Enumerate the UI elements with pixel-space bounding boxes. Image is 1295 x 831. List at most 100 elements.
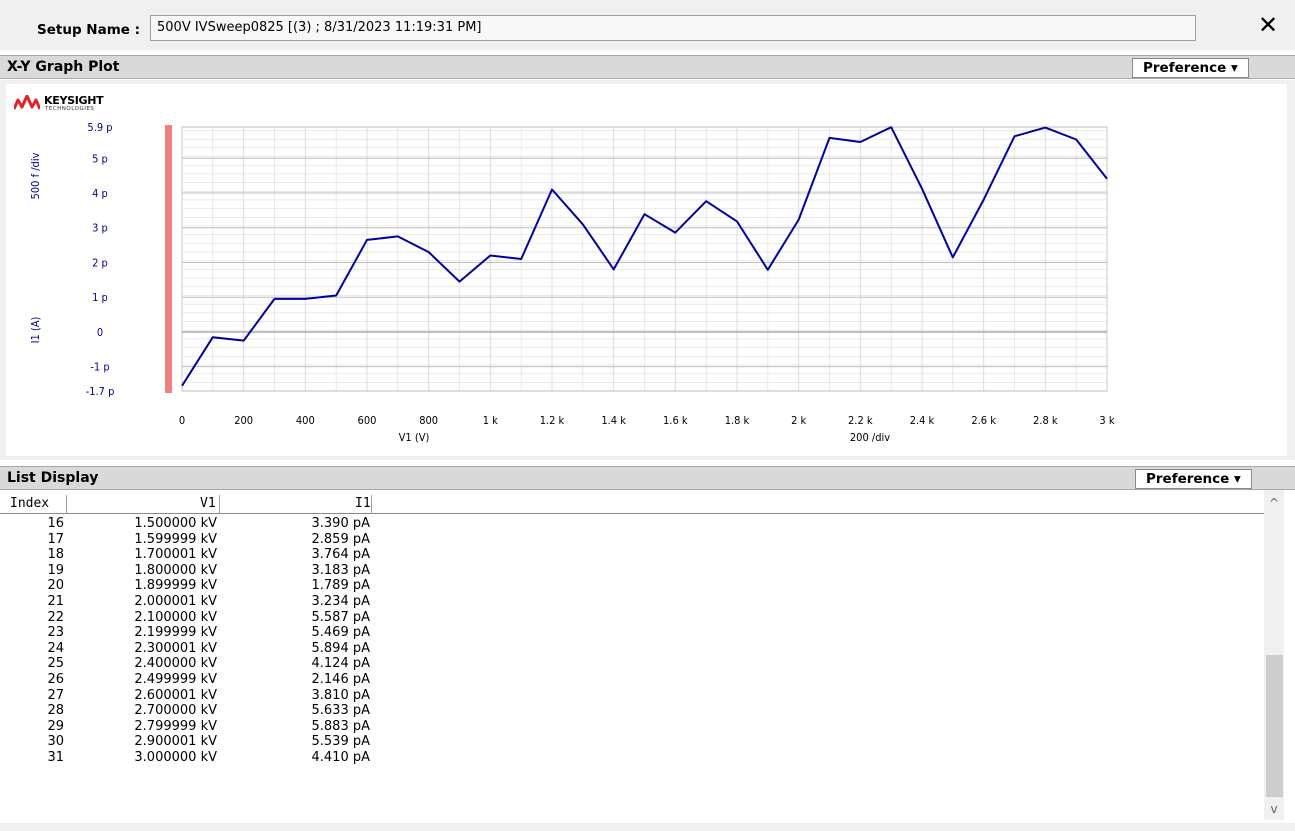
column-separator[interactable] <box>219 495 220 514</box>
cell-index: 27 <box>47 687 64 703</box>
table-row[interactable]: 22 2.100000 kV 5.587 pA <box>0 610 1264 626</box>
y-tick-label: 1 p <box>92 291 108 304</box>
scroll-up-icon[interactable]: ^ <box>1264 496 1284 512</box>
graph-panel-title: X-Y Graph Plot <box>7 59 120 75</box>
x-tick-label: 2.2 k <box>848 414 873 427</box>
x-tick-label: 2.8 k <box>1033 414 1058 427</box>
x-tick-label: 3 k <box>1099 414 1114 427</box>
table-row[interactable]: 17 1.599999 kV 2.859 pA <box>0 532 1264 548</box>
setup-name-field[interactable]: 500V IVSweep0825 [(3) ; 8/31/2023 11:19:… <box>150 15 1196 41</box>
graph-panel-header: X-Y Graph Plot Preference ▾ <box>0 55 1295 79</box>
y-tick-label: 3 p <box>92 222 108 235</box>
y-tick-label: 0 <box>97 326 103 339</box>
table-row[interactable]: 25 2.400000 kV 4.124 pA <box>0 656 1264 672</box>
y-division-label: 500 f /div <box>29 152 42 199</box>
list-panel-header: List Display Preference ▾ <box>0 466 1295 490</box>
x-tick-label: 0 <box>179 414 185 427</box>
cell-index: 19 <box>47 562 64 578</box>
cell-i1: 3.183 pA <box>311 562 371 578</box>
table-row[interactable]: 29 2.799999 kV 5.883 pA <box>0 719 1264 735</box>
cell-index: 17 <box>47 531 64 547</box>
cell-i1: 5.539 pA <box>311 734 371 750</box>
x-division-label: 200 /div <box>850 431 890 444</box>
xy-graph-plot: 5.9 p 5 p 4 p 3 p 2 p 1 p 0 -1 p -1.7 p 0 200 400 60… <box>29 121 1115 444</box>
list-preference-button[interactable]: Preference ▾ <box>1135 469 1252 489</box>
x-tick-label: 800 <box>419 414 438 427</box>
cell-i1: 3.810 pA <box>311 687 371 703</box>
cell-index: 24 <box>47 640 64 656</box>
cell-v1: 1.899999 kV <box>134 578 217 594</box>
cell-index: 25 <box>47 656 64 672</box>
cell-i1: 5.469 pA <box>311 625 371 641</box>
table-row[interactable]: 24 2.300001 kV 5.894 pA <box>0 641 1264 657</box>
cell-i1: 5.587 pA <box>311 609 371 625</box>
table-row[interactable]: 26 2.499999 kV 2.146 pA <box>0 672 1264 688</box>
cell-index: 22 <box>47 609 64 625</box>
x-tick-label: 1.4 k <box>601 414 626 427</box>
cursor-bar <box>165 125 172 393</box>
cell-v1: 2.600001 kV <box>134 687 217 703</box>
y-tick-label: 2 p <box>92 256 108 269</box>
cell-v1: 2.799999 kV <box>134 718 217 734</box>
y-tick-label: -1.7 p <box>86 385 115 398</box>
table-row[interactable]: 23 2.199999 kV 5.469 pA <box>0 625 1264 641</box>
cell-v1: 2.700000 kV <box>134 703 217 719</box>
table-row[interactable]: 30 2.900001 kV 5.539 pA <box>0 734 1264 750</box>
column-header-v1[interactable]: V1 <box>200 496 216 514</box>
x-tick-label: 2 k <box>791 414 806 427</box>
scroll-down-icon[interactable]: v <box>1264 802 1284 818</box>
list-display: Index V1 I1 16 1.500000 kV 3.390 pA 17 1.599… <box>0 490 1295 831</box>
table-row[interactable]: 18 1.700001 kV 3.764 pA <box>0 547 1264 563</box>
column-header-i1[interactable]: I1 <box>355 496 371 514</box>
window-bottom-edge <box>0 823 1295 831</box>
table-row[interactable]: 21 2.000001 kV 3.234 pA <box>0 594 1264 610</box>
table-row[interactable]: 16 1.500000 kV 3.390 pA <box>0 516 1264 532</box>
x-tick-label: 400 <box>296 414 315 427</box>
cell-v1: 2.300001 kV <box>134 640 217 656</box>
cell-i1: 2.859 pA <box>311 531 371 547</box>
cell-i1: 1.789 pA <box>311 578 371 594</box>
cell-index: 16 <box>47 516 64 531</box>
table-row[interactable]: 19 1.800000 kV 3.183 pA <box>0 563 1264 579</box>
y-tick-label: 5.9 p <box>87 121 112 134</box>
setup-name-label: Setup Name : <box>37 22 141 38</box>
cell-i1: 2.146 pA <box>311 671 371 687</box>
x-tick-label: 1.2 k <box>540 414 565 427</box>
list-rows: 16 1.500000 kV 3.390 pA 17 1.599999 kV 2.859 … <box>0 516 1264 766</box>
table-row[interactable]: 20 1.899999 kV 1.789 pA <box>0 578 1264 594</box>
cell-index: 20 <box>47 578 64 594</box>
cell-index: 21 <box>47 593 64 609</box>
x-tick-label: 1.8 k <box>725 414 750 427</box>
cell-i1: 5.633 pA <box>311 703 371 719</box>
cell-index: 30 <box>47 734 64 750</box>
vertical-scrollbar[interactable]: ^ v <box>1264 490 1284 820</box>
close-icon[interactable]: ✕ <box>1255 12 1281 38</box>
x-axis-label: V1 (V) <box>399 431 430 444</box>
cell-index: 29 <box>47 718 64 734</box>
cell-v1: 1.700001 kV <box>134 547 217 563</box>
cell-i1: 4.410 pA <box>311 749 371 765</box>
table-row[interactable]: 27 2.600001 kV 3.810 pA <box>0 688 1264 704</box>
x-tick-label: 200 <box>234 414 253 427</box>
cell-v1: 2.400000 kV <box>134 656 217 672</box>
table-row[interactable]: 28 2.700000 kV 5.633 pA <box>0 703 1264 719</box>
cell-index: 31 <box>47 749 64 765</box>
graph-preference-button[interactable]: Preference ▾ <box>1132 58 1249 78</box>
cell-v1: 3.000000 kV <box>134 749 217 765</box>
column-separator[interactable] <box>371 495 372 514</box>
y-tick-label: -1 p <box>90 361 109 374</box>
list-panel-title: List Display <box>7 470 99 486</box>
table-row[interactable]: 31 3.000000 kV 4.410 pA <box>0 750 1264 766</box>
column-separator[interactable] <box>66 495 67 514</box>
cell-index: 26 <box>47 671 64 687</box>
x-tick-label: 1.6 k <box>663 414 688 427</box>
scroll-thumb[interactable] <box>1266 655 1283 797</box>
cell-i1: 3.234 pA <box>311 593 371 609</box>
column-header-index[interactable]: Index <box>10 496 49 514</box>
cell-i1: 3.764 pA <box>311 547 371 563</box>
y-axis-label: I1 (A) <box>29 316 42 343</box>
cell-v1: 2.900001 kV <box>134 734 217 750</box>
cell-v1: 2.499999 kV <box>134 671 217 687</box>
cell-index: 23 <box>47 625 64 641</box>
x-tick-label: 2.4 k <box>910 414 935 427</box>
